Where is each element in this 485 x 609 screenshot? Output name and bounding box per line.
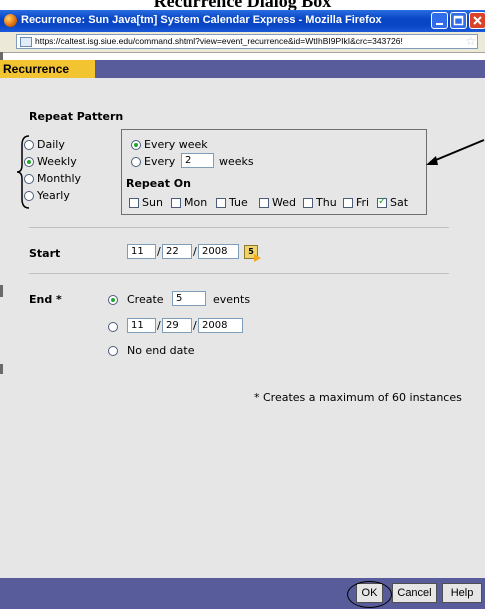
event-count-input[interactable]: 5 (172, 291, 206, 306)
url-text: https://caltest.isg.siue.edu/command.sht… (35, 36, 403, 46)
every-week-label: Every week (144, 138, 208, 151)
radio-every-week[interactable] (131, 140, 141, 150)
start-date-separator: / (157, 245, 161, 258)
events-label: events (213, 293, 251, 306)
day-sun-label: Sun (142, 196, 163, 209)
checkbox-fri[interactable] (343, 198, 353, 208)
no-end-date-label: No end date (127, 344, 195, 357)
help-button[interactable]: Help (442, 583, 482, 603)
radio-monthly[interactable] (24, 174, 34, 184)
radio-daily[interactable] (24, 140, 34, 150)
calendar-picker-icon[interactable]: 5 (244, 245, 261, 262)
end-day-input[interactable]: 29 (162, 318, 192, 333)
day-thu-label: Thu (316, 196, 337, 209)
radio-no-end-date[interactable] (108, 346, 118, 356)
page-icon (20, 37, 32, 47)
checkbox-sat[interactable] (377, 196, 387, 208)
radio-every-n-weeks[interactable] (131, 157, 141, 167)
url-field[interactable]: https://caltest.isg.siue.edu/command.sht… (16, 34, 478, 49)
end-label: End * (29, 293, 62, 306)
max-instances-note: * Creates a maximum of 60 instances (254, 391, 462, 404)
bookmark-star-icon[interactable]: ☆ (465, 34, 476, 48)
tab-recurrence[interactable]: Recurrence (0, 60, 95, 78)
separator-mid (29, 273, 449, 274)
every-weeks-input[interactable]: 2 (181, 153, 214, 168)
checkbox-tue[interactable] (216, 198, 226, 208)
radio-end-create[interactable] (108, 295, 118, 305)
firefox-icon (4, 14, 17, 27)
window-titlebar: Recurrence: Sun Java[tm] System Calendar… (0, 10, 485, 32)
checkbox-sun[interactable] (129, 198, 139, 208)
start-date-separator: / (193, 245, 197, 258)
weeks-label: weeks (219, 155, 254, 168)
repeat-pattern-heading: Repeat Pattern (29, 110, 124, 123)
start-month-input[interactable]: 11 (127, 244, 156, 259)
window-title: Recurrence: Sun Java[tm] System Calendar… (21, 14, 382, 26)
radio-weekly-label: Weekly (37, 155, 77, 168)
radio-monthly-label: Monthly (37, 172, 82, 185)
create-label: Create (127, 293, 164, 306)
start-day-input[interactable]: 22 (162, 244, 192, 259)
day-tue-label: Tue (229, 196, 248, 209)
radio-yearly[interactable] (24, 191, 34, 201)
repeat-on-label: Repeat On (126, 177, 191, 190)
close-button[interactable] (469, 12, 485, 29)
dialog-header: Recurrence (0, 60, 485, 78)
checkbox-wed[interactable] (259, 198, 269, 208)
end-year-input[interactable]: 2008 (198, 318, 243, 333)
checkbox-mon[interactable] (171, 198, 181, 208)
end-date-separator: / (157, 319, 161, 332)
day-fri-label: Fri (356, 196, 370, 209)
separator-top (29, 227, 449, 228)
radio-end-date[interactable] (108, 322, 118, 332)
start-label: Start (29, 247, 61, 260)
end-date-separator: / (193, 319, 197, 332)
checkbox-thu[interactable] (303, 198, 313, 208)
day-wed-label: Wed (272, 196, 296, 209)
radio-weekly[interactable] (24, 157, 34, 167)
dialog-footer: OK Cancel Help (0, 578, 485, 609)
cancel-button[interactable]: Cancel (392, 583, 437, 603)
window-edge (0, 52, 3, 60)
address-bar: https://caltest.isg.siue.edu/command.sht… (0, 32, 485, 53)
window-edge (0, 285, 3, 297)
window-edge (0, 364, 3, 374)
day-mon-label: Mon (184, 196, 208, 209)
minimize-button[interactable] (431, 12, 448, 29)
maximize-button[interactable] (450, 12, 467, 29)
ok-highlight-circle (347, 581, 392, 608)
day-sat-label: Sat (390, 196, 409, 209)
radio-yearly-label: Yearly (37, 189, 70, 202)
every-prefix-label: Every (144, 155, 176, 168)
radio-daily-label: Daily (37, 138, 65, 151)
annotation-arrow (426, 139, 485, 165)
end-month-input[interactable]: 11 (127, 318, 156, 333)
start-year-input[interactable]: 2008 (198, 244, 239, 259)
